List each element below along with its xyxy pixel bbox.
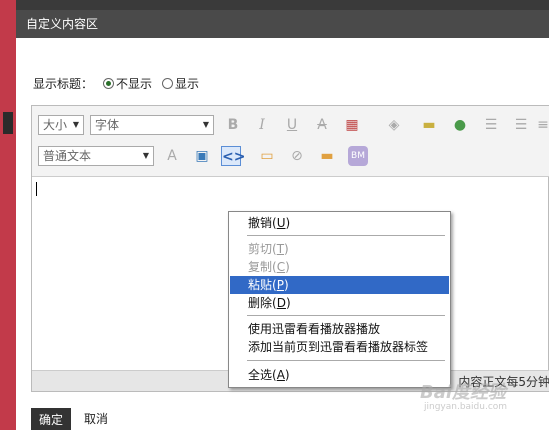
bold-icon[interactable]: B bbox=[223, 115, 243, 135]
radio-circle-checked[interactable] bbox=[103, 77, 115, 89]
menu-separator bbox=[247, 360, 445, 361]
menu-item-select-all[interactable]: 全选(A) bbox=[230, 366, 449, 384]
numbered-list-icon[interactable]: ☰ bbox=[511, 115, 531, 135]
watermark-url: jingyan.baidu.com bbox=[424, 402, 508, 412]
divider-icon[interactable]: ▬ bbox=[317, 146, 337, 166]
chevron-down-icon: ▼ bbox=[142, 151, 149, 160]
font-select[interactable]: 字体 ▼ bbox=[90, 115, 214, 135]
show-title-row: 显示标题： 不显示 显示 bbox=[33, 74, 199, 92]
strikethrough-icon[interactable]: A bbox=[312, 115, 332, 135]
menu-item-copy[interactable]: 复制(C) bbox=[230, 258, 449, 276]
cancel-button[interactable]: 取消 bbox=[84, 408, 108, 430]
bullet-list-icon[interactable]: ☰ bbox=[481, 115, 501, 135]
underline-icon[interactable]: U bbox=[282, 115, 302, 135]
text-caret bbox=[36, 182, 37, 196]
font-select-value: 字体 bbox=[95, 118, 120, 132]
link-icon[interactable]: ⊘ bbox=[287, 146, 307, 166]
table-icon[interactable]: ▦ bbox=[342, 115, 362, 135]
radio-show-title[interactable]: 显示 bbox=[162, 75, 199, 92]
insert-icon[interactable]: ▭ bbox=[257, 146, 277, 166]
radio-hide-title[interactable]: 不显示 bbox=[103, 75, 152, 92]
ok-button[interactable]: 确定 bbox=[31, 408, 71, 430]
bm-icon[interactable]: BM bbox=[348, 146, 368, 166]
radio-circle[interactable] bbox=[162, 77, 174, 89]
size-select-value: 大小 bbox=[43, 118, 68, 132]
menu-separator bbox=[247, 235, 445, 236]
dialog-title: 自定义内容区 bbox=[16, 10, 549, 38]
watermark-logo: Bai度经验 bbox=[420, 382, 507, 403]
menu-separator bbox=[247, 315, 445, 316]
media-icon[interactable]: ▣ bbox=[192, 146, 212, 166]
menu-item-delete[interactable]: 删除(D) bbox=[230, 294, 449, 312]
chevron-down-icon: ▼ bbox=[72, 120, 79, 129]
editor-toolbar: 大小 ▼ 字体 ▼ B I U A ▦ ◈ ▬ ● ☰ ☰ ≡ 普通文本 ▼ A… bbox=[32, 106, 549, 177]
background-left-strip bbox=[0, 0, 16, 430]
emoticon-icon[interactable]: ● bbox=[450, 115, 470, 135]
menu-item-play-xunlei[interactable]: 使用迅雷看看播放器播放 bbox=[230, 320, 449, 338]
show-title-label: 显示标题： bbox=[33, 76, 94, 91]
image-icon[interactable]: ▬ bbox=[419, 115, 439, 135]
context-menu: 撤销(U) 剪切(T) 复制(C) 粘贴(P) 删除(D) 使用迅雷看看播放器播… bbox=[228, 211, 451, 388]
menu-item-undo[interactable]: 撤销(U) bbox=[230, 214, 449, 232]
chevron-down-icon: ▼ bbox=[202, 120, 209, 129]
fill-color-icon[interactable]: ◈ bbox=[384, 115, 404, 135]
format-select-value: 普通文本 bbox=[43, 149, 92, 163]
size-select[interactable]: 大小 ▼ bbox=[38, 115, 84, 135]
background-top-bar bbox=[0, 0, 549, 10]
clear-format-icon[interactable]: A bbox=[162, 146, 182, 166]
radio-hide-label: 不显示 bbox=[116, 76, 153, 91]
radio-show-label: 显示 bbox=[175, 76, 200, 91]
background-dark-tab bbox=[3, 112, 13, 134]
menu-item-bookmark-xunlei[interactable]: 添加当前页到迅雷看看播放器标签 bbox=[230, 338, 449, 356]
format-select[interactable]: 普通文本 ▼ bbox=[38, 146, 154, 166]
menu-item-cut[interactable]: 剪切(T) bbox=[230, 240, 449, 258]
align-icon[interactable]: ≡ bbox=[536, 115, 549, 135]
source-code-icon[interactable]: <> bbox=[221, 146, 245, 166]
italic-icon[interactable]: I bbox=[252, 115, 272, 135]
menu-item-paste[interactable]: 粘贴(P) bbox=[230, 276, 449, 294]
